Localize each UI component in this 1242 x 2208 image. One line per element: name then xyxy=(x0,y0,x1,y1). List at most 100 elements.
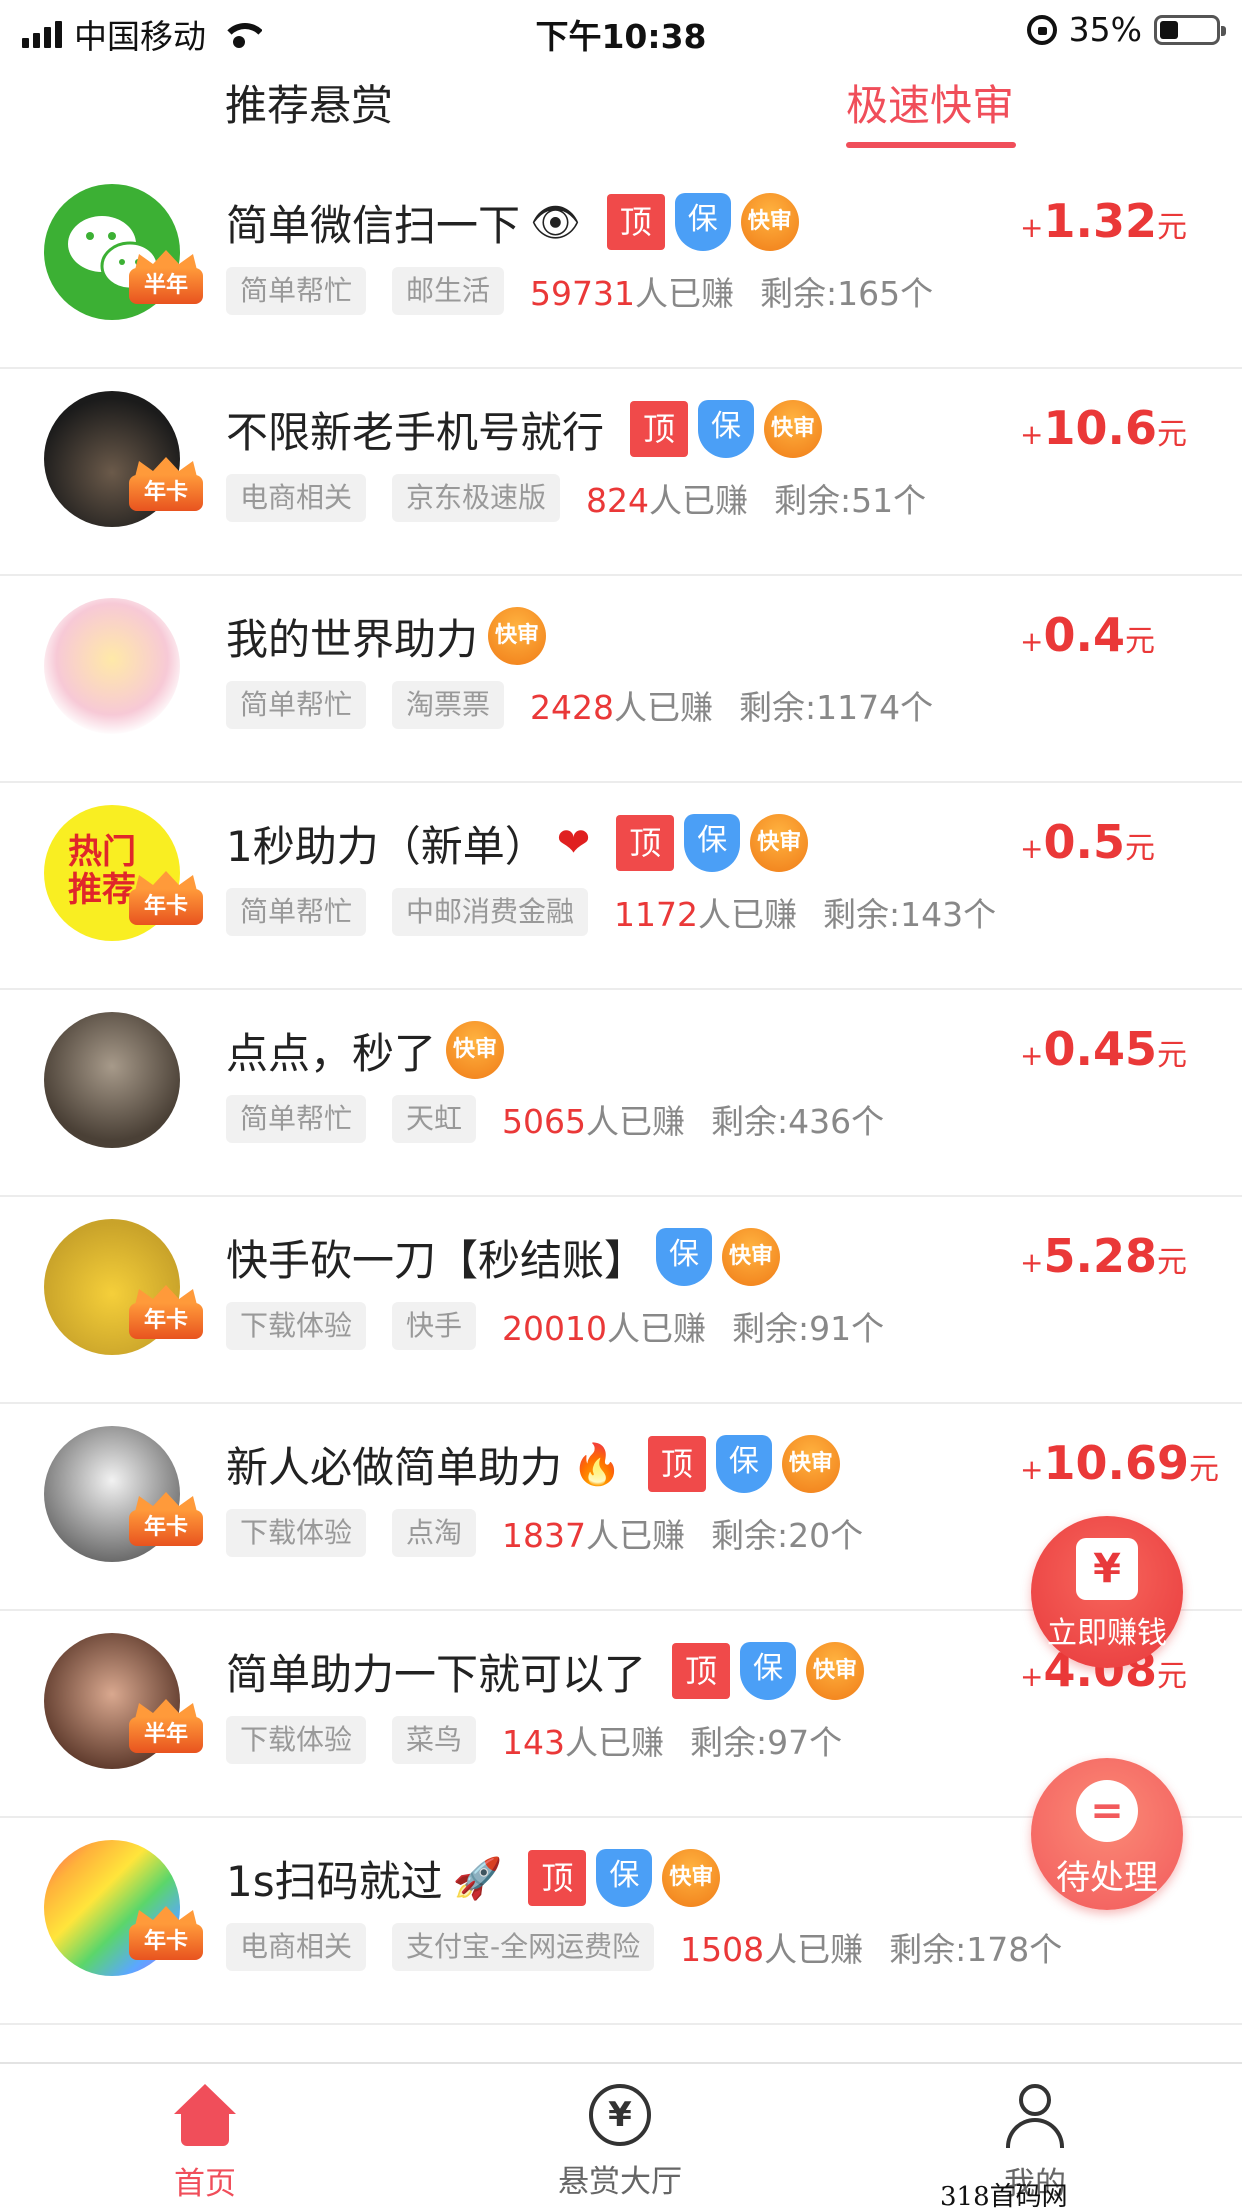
remaining-count: 剩余:1174个 xyxy=(739,688,934,727)
remaining-count: 剩余:436个 xyxy=(711,1102,885,1141)
task-row[interactable]: 半年 简单微信扫一下 👁 顶保快审 简单帮忙 邮生活 59731人已赚 剩余:165个 +1.3… xyxy=(0,162,1242,369)
task-tag: 简单帮忙 xyxy=(226,681,367,729)
task-tag: 支付宝-全网运费险 xyxy=(392,1923,655,1971)
fast-review-badge: 快审 xyxy=(446,1021,505,1079)
earned-count: 1837人已赚 xyxy=(502,1516,686,1555)
fast-review-badge: 快审 xyxy=(740,193,799,251)
task-tag: 电商相关 xyxy=(226,474,367,522)
task-title: 简单助力一下就可以了 xyxy=(226,1649,647,1699)
rotation-lock-icon xyxy=(1026,14,1057,45)
task-row[interactable]: 我的世界助力 快审 简单帮忙 淘票票 2428人已赚 剩余:1174个 +0.4元 xyxy=(0,576,1242,783)
task-meta: 简单帮忙 淘票票 2428人已赚 剩余:1174个 xyxy=(226,680,933,730)
task-tag: 快手 xyxy=(392,1302,477,1350)
membership-label: 半年 xyxy=(129,268,203,304)
tabbar-home[interactable]: 首页 xyxy=(105,2084,305,2203)
task-avatar xyxy=(44,1012,180,1148)
earned-count: 59731人已赚 xyxy=(530,274,735,313)
tabbar-reward-hall-label: 悬赏大厅 xyxy=(558,2164,682,2200)
fast-review-badge: 快审 xyxy=(781,1435,840,1493)
task-tag: 下载体验 xyxy=(226,1716,367,1764)
fast-review-badge: 快审 xyxy=(806,1642,865,1700)
top-badge: 顶 xyxy=(647,1436,706,1492)
guarantee-shield-icon: 保 xyxy=(698,400,755,458)
task-title-line: 新人必做简单助力 🔥 顶保快审 xyxy=(226,1432,840,1496)
task-tag: 点淘 xyxy=(392,1509,477,1557)
crown-icon xyxy=(135,871,197,891)
task-meta: 电商相关 京东极速版 824人已赚 剩余:51个 xyxy=(226,473,926,523)
watermark-text: 318首码网 www.E318.com xyxy=(940,2182,1068,2208)
top-badge: 顶 xyxy=(606,194,665,250)
title-emoji-icon: 👁 xyxy=(530,199,581,246)
task-title: 点点，秒了 xyxy=(226,1028,437,1078)
battery-icon xyxy=(1154,14,1226,45)
pending-chat-icon: = xyxy=(1076,1780,1138,1842)
membership-badge: 半年 xyxy=(125,250,207,306)
earn-now-button[interactable]: ¥ 立即赚钱 xyxy=(1031,1516,1183,1668)
title-emoji-icon: 🚀 xyxy=(452,1855,503,1902)
task-list: 半年 简单微信扫一下 👁 顶保快审 简单帮忙 邮生活 59731人已赚 剩余:165个 +1.3… xyxy=(0,162,1242,2025)
home-icon xyxy=(174,2084,236,2148)
task-tag: 简单帮忙 xyxy=(226,888,367,936)
top-badge: 顶 xyxy=(528,1850,587,1906)
pending-button[interactable]: = 待处理 xyxy=(1031,1758,1183,1910)
task-tag: 天虹 xyxy=(392,1095,477,1143)
membership-badge: 年卡 xyxy=(125,1492,207,1548)
task-title-line: 1秒助力（新单） ❤ 顶保快审 xyxy=(226,811,809,875)
task-title: 我的世界助力 xyxy=(226,614,479,664)
task-tag: 简单帮忙 xyxy=(226,1095,367,1143)
reward-price: +1.32元 xyxy=(1020,194,1187,248)
fast-review-badge: 快审 xyxy=(488,607,547,665)
status-bar: 中国移动 下午10:38 35% xyxy=(0,0,1242,62)
user-icon xyxy=(1004,2084,1066,2148)
top-badge: 顶 xyxy=(630,401,689,457)
remaining-count: 剩余:143个 xyxy=(823,895,997,934)
task-row[interactable]: 点点，秒了 快审 简单帮忙 天虹 5065人已赚 剩余:436个 +0.45元 xyxy=(0,990,1242,1197)
task-avatar xyxy=(44,598,180,734)
tab-recommended[interactable]: 推荐悬赏 xyxy=(225,72,393,133)
task-title-line: 不限新老手机号就行顶保快审 xyxy=(226,397,823,461)
guarantee-shield-icon: 保 xyxy=(715,1435,772,1493)
membership-label: 半年 xyxy=(129,1717,203,1753)
reward-price: +0.5元 xyxy=(1020,815,1155,869)
task-meta: 下载体验 快手 20010人已赚 剩余:91个 xyxy=(226,1301,884,1351)
task-row[interactable]: 热门推荐 年卡 1秒助力（新单） ❤ 顶保快审 简单帮忙 中邮消费金融 1172人已赚 剩余:1… xyxy=(0,783,1242,990)
tab-fast-review[interactable]: 极速快审 xyxy=(846,72,1014,133)
title-emoji-icon: 🔥 xyxy=(572,1441,622,1488)
task-row[interactable]: 年卡 不限新老手机号就行顶保快审电商相关 京东极速版 824人已赚 剩余:51个 +10.… xyxy=(0,369,1242,576)
task-tag: 中邮消费金融 xyxy=(392,888,589,936)
task-title-line: 简单微信扫一下 👁 顶保快审 xyxy=(226,190,799,254)
tabbar-home-label: 首页 xyxy=(174,2166,236,2202)
task-tag: 下载体验 xyxy=(226,1302,367,1350)
top-badge: 顶 xyxy=(616,815,675,871)
guarantee-shield-icon: 保 xyxy=(596,1849,653,1907)
task-tag: 淘票票 xyxy=(392,681,505,729)
yuan-download-icon: ¥ xyxy=(1076,1538,1138,1600)
task-tag: 邮生活 xyxy=(392,267,505,315)
task-title-line: 我的世界助力 快审 xyxy=(226,604,547,668)
guarantee-shield-icon: 保 xyxy=(674,193,731,251)
membership-label: 年卡 xyxy=(129,1510,203,1546)
remaining-count: 剩余:20个 xyxy=(711,1516,864,1555)
earned-count: 824人已赚 xyxy=(586,481,749,520)
task-title: 简单微信扫一下 xyxy=(226,200,521,250)
reward-price: +10.6元 xyxy=(1020,401,1187,455)
membership-badge: 年卡 xyxy=(125,871,207,927)
membership-label: 年卡 xyxy=(129,475,203,511)
fast-review-badge: 快审 xyxy=(722,1228,781,1286)
task-row[interactable]: 年卡 快手砍一刀【秒结账】保快审 下载体验 快手 20010人已赚 剩余:91个 +5.28… xyxy=(0,1197,1242,1404)
active-tab-indicator xyxy=(846,142,1016,148)
task-meta: 简单帮忙 天虹 5065人已赚 剩余:436个 xyxy=(226,1094,884,1144)
task-title: 快手砍一刀【秒结账】 xyxy=(226,1235,647,1285)
task-title-line: 快手砍一刀【秒结账】保快审 xyxy=(226,1225,781,1289)
guarantee-shield-icon: 保 xyxy=(656,1228,713,1286)
fast-review-badge: 快审 xyxy=(662,1849,721,1907)
task-meta: 简单帮忙 邮生活 59731人已赚 剩余:165个 xyxy=(226,266,933,316)
earned-count: 5065人已赚 xyxy=(502,1102,686,1141)
tabbar-reward-hall[interactable]: ¥ 悬赏大厅 xyxy=(520,2084,720,2201)
remaining-count: 剩余:178个 xyxy=(889,1930,1063,1969)
earned-count: 143人已赚 xyxy=(502,1723,665,1762)
crown-icon xyxy=(135,1906,197,1926)
remaining-count: 剩余:51个 xyxy=(774,481,927,520)
membership-badge: 年卡 xyxy=(125,1906,207,1962)
earned-count: 1172人已赚 xyxy=(614,895,798,934)
